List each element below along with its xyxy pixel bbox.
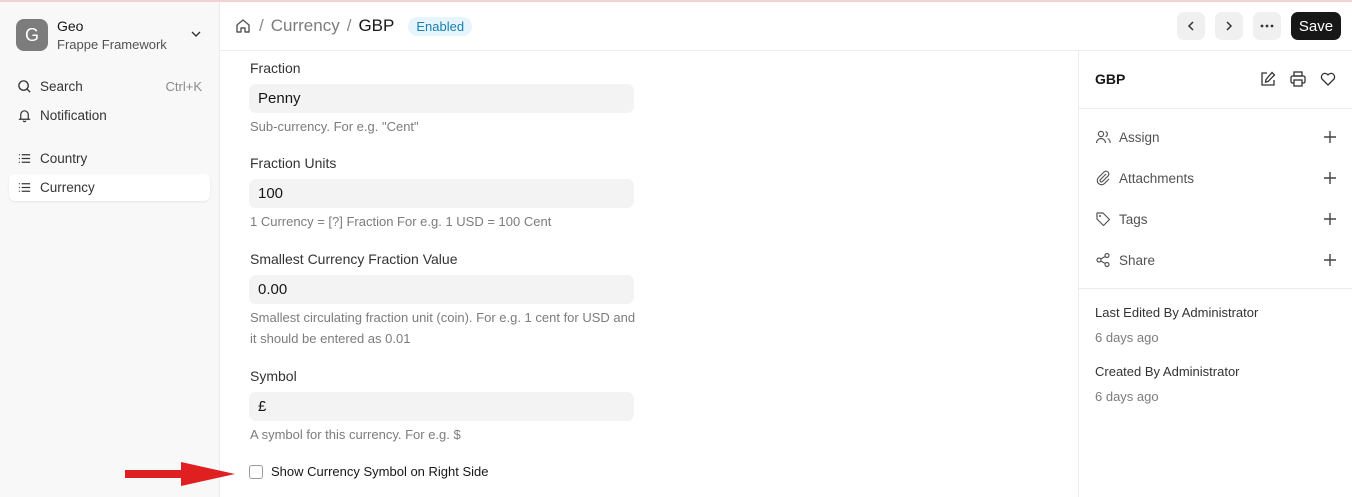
plus-icon[interactable] <box>1323 130 1337 144</box>
sidebar-item-country[interactable]: Country <box>9 145 210 172</box>
share-label: Share <box>1119 252 1156 268</box>
users-icon <box>1095 130 1111 144</box>
tags-label: Tags <box>1119 211 1148 227</box>
chevron-right-icon <box>1226 21 1233 31</box>
smallest-fraction-input[interactable]: 0.00 <box>249 275 634 304</box>
heart-icon[interactable] <box>1319 70 1337 88</box>
tags-row[interactable]: Tags <box>1095 208 1337 230</box>
sidebar-item-label: Country <box>40 151 88 166</box>
sidebar-item-label: Currency <box>40 180 95 195</box>
symbol-input[interactable]: £ <box>249 392 634 421</box>
search-label: Search <box>40 79 83 94</box>
symbol-help: A symbol for this currency. For e.g. $ <box>250 427 461 442</box>
search-icon <box>16 79 32 95</box>
last-edited-text: Last Edited By Administrator <box>1095 305 1259 320</box>
symbol-right-label: Show Currency Symbol on Right Side <box>271 464 489 479</box>
fraction-units-input[interactable]: 100 <box>249 179 634 208</box>
breadcrumb: / Currency / GBP Enabled <box>234 14 473 38</box>
attachments-row[interactable]: Attachments <box>1095 167 1337 189</box>
attachments-label: Attachments <box>1119 170 1195 186</box>
symbol-label: Symbol <box>250 368 297 384</box>
created-text: Created By Administrator <box>1095 364 1240 379</box>
page-header: / Currency / GBP Enabled Save <box>220 2 1352 51</box>
plus-icon[interactable] <box>1323 253 1337 267</box>
breadcrumb-currency[interactable]: Currency <box>271 16 340 36</box>
chevron-left-icon <box>1187 21 1194 31</box>
fraction-help: Sub-currency. For e.g. "Cent" <box>250 119 419 134</box>
fraction-units-label: Fraction Units <box>250 155 337 171</box>
fraction-units-help: 1 Currency = [?] Fraction For e.g. 1 USD… <box>250 214 552 229</box>
created-time: 6 days ago <box>1095 389 1159 404</box>
bell-icon <box>16 108 32 124</box>
red-arrow-annotation <box>125 462 235 486</box>
chevron-down-icon <box>191 31 201 37</box>
search-button[interactable]: Search Ctrl+K <box>9 73 210 100</box>
breadcrumb-separator: / <box>259 16 264 35</box>
app-switcher[interactable]: G Geo Frappe Framework <box>9 11 211 59</box>
fraction-label: Fraction <box>250 60 301 76</box>
smallest-fraction-label: Smallest Currency Fraction Value <box>250 251 458 267</box>
assign-row[interactable]: Assign <box>1095 126 1337 148</box>
paperclip-icon <box>1096 170 1110 186</box>
notification-label: Notification <box>40 108 107 123</box>
app-name: Geo <box>57 17 84 34</box>
more-horizontal-icon <box>1260 24 1274 28</box>
tag-icon <box>1096 212 1111 227</box>
more-button[interactable] <box>1253 12 1281 40</box>
app-text: Geo Frappe Framework <box>57 17 167 54</box>
divider <box>1079 108 1352 109</box>
form-area: Fraction Penny Sub-currency. For e.g. "C… <box>220 51 1078 497</box>
document-title: GBP <box>1095 71 1126 87</box>
symbol-right-checkbox-row[interactable]: Show Currency Symbol on Right Side <box>249 464 489 479</box>
document-sidebar: GBP Assign Attachments Tags Share Last E… <box>1078 51 1352 497</box>
save-button[interactable]: Save <box>1291 12 1341 40</box>
fraction-input[interactable]: Penny <box>249 84 634 113</box>
app-subtitle: Frappe Framework <box>57 36 167 52</box>
smallest-fraction-help: Smallest circulating fraction unit (coin… <box>250 310 636 346</box>
list-icon <box>16 151 32 167</box>
status-badge: Enabled <box>408 16 473 36</box>
divider <box>1079 288 1352 289</box>
print-icon[interactable] <box>1289 70 1307 88</box>
breadcrumb-separator: / <box>346 16 352 35</box>
share-row[interactable]: Share <box>1095 249 1337 271</box>
sidebar: G Geo Frappe Framework Search Ctrl+K Not… <box>0 2 220 497</box>
app-logo: G <box>16 19 48 51</box>
next-button[interactable] <box>1215 12 1243 40</box>
previous-button[interactable] <box>1177 12 1205 40</box>
breadcrumb-gbp: GBP <box>358 16 395 35</box>
last-edited-time: 6 days ago <box>1095 330 1159 345</box>
search-shortcut: Ctrl+K <box>165 79 202 94</box>
list-icon <box>16 180 32 196</box>
assign-label: Assign <box>1119 129 1160 145</box>
symbol-right-checkbox[interactable] <box>249 464 263 479</box>
plus-icon[interactable] <box>1323 212 1337 226</box>
sidebar-item-currency[interactable]: Currency <box>9 174 210 201</box>
notification-button[interactable]: Notification <box>9 102 210 129</box>
plus-icon[interactable] <box>1323 171 1337 185</box>
edit-icon[interactable] <box>1259 70 1277 88</box>
home-icon[interactable] <box>234 17 252 35</box>
share-icon <box>1096 252 1110 268</box>
